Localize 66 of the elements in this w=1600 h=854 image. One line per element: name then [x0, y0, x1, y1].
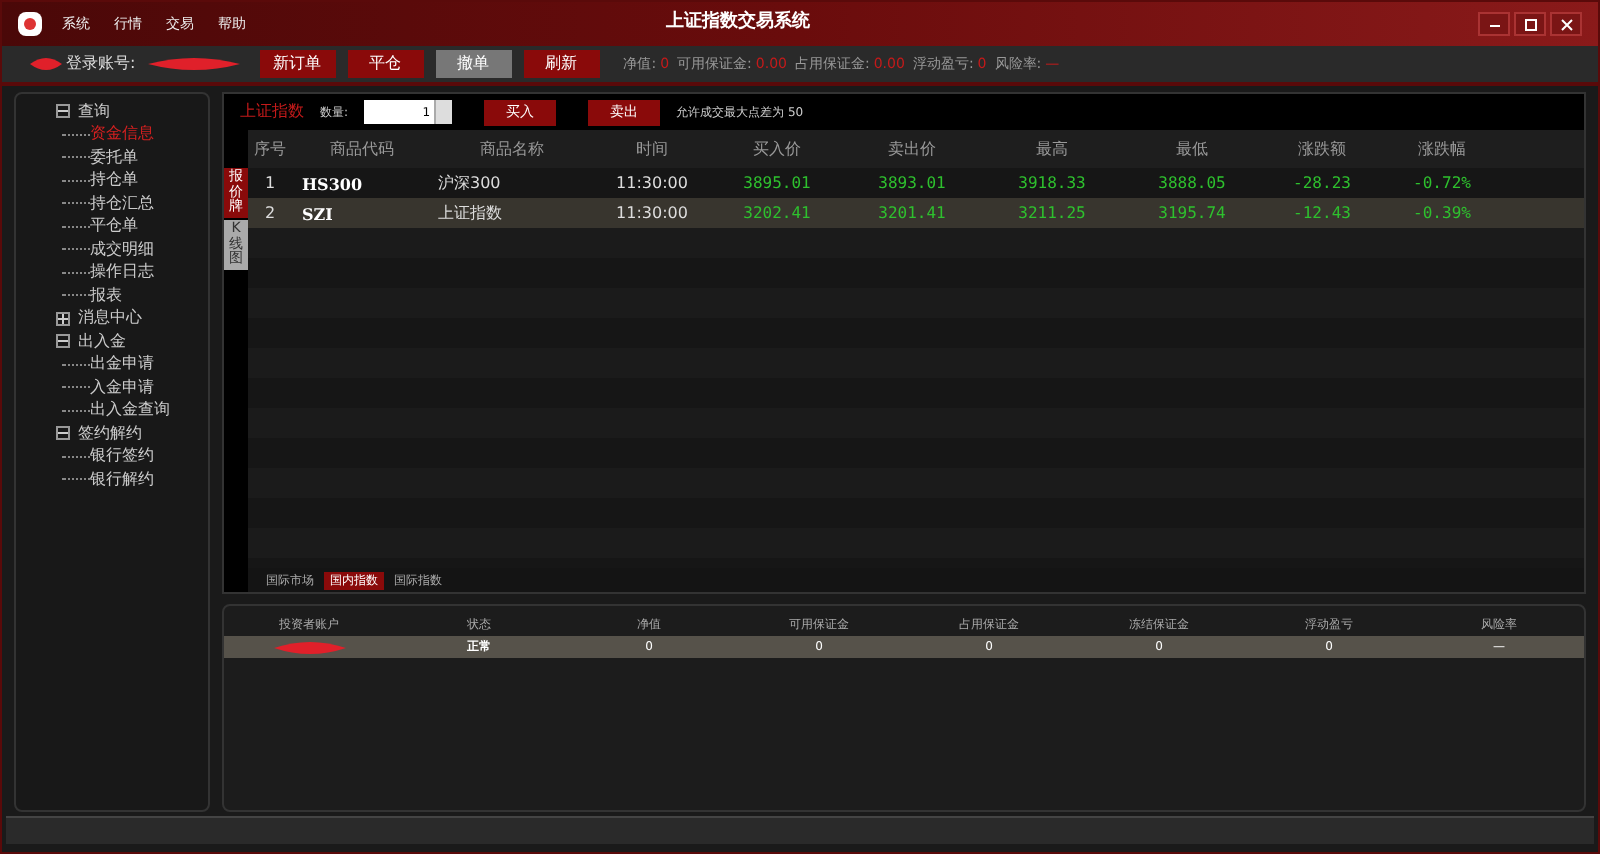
- collapse-icon[interactable]: [56, 334, 70, 349]
- redaction-mark: [26, 52, 66, 76]
- table-cell-text: 沪深300: [436, 171, 503, 195]
- column-header: 序号: [252, 137, 288, 161]
- tree-item[interactable]: 持仓汇总: [90, 195, 154, 212]
- table-cell-text: 3895.01: [741, 171, 813, 195]
- table-cell-text: 3893.01: [876, 171, 948, 195]
- table-cell-text: 3202.41: [741, 201, 813, 225]
- window-title: 上证指数交易系统: [666, 10, 810, 37]
- expand-icon[interactable]: [56, 311, 70, 326]
- tree-item[interactable]: 报表: [90, 287, 122, 304]
- table-cell-text: -28.23: [1291, 171, 1353, 195]
- column-header: 时间: [634, 137, 670, 161]
- column-header: 买入价: [751, 137, 803, 161]
- tree-item[interactable]: 成交明细: [90, 241, 154, 258]
- table-cell-text: 3201.41: [876, 201, 948, 225]
- close-button[interactable]: [1550, 12, 1582, 36]
- column-header: 最低: [1174, 137, 1210, 161]
- tree-item[interactable]: 资金信息: [90, 126, 154, 143]
- tree-item[interactable]: 消息中心: [78, 310, 142, 327]
- table-cell-text: 2: [262, 201, 278, 225]
- tree-item[interactable]: 平仓单: [90, 218, 138, 235]
- table-cell-text: 3888.05: [1156, 171, 1228, 195]
- table-cell-text: -0.39%: [1411, 201, 1473, 225]
- tree-item[interactable]: 出金申请: [90, 356, 154, 373]
- account-label: 登录账号:: [66, 52, 136, 76]
- collapse-icon[interactable]: [56, 104, 70, 119]
- tree-item[interactable]: 委托单: [90, 149, 138, 166]
- tree-item[interactable]: 银行解约: [90, 471, 154, 488]
- column-header: 涨跌幅: [1416, 137, 1468, 161]
- table-cell-text: HS300: [300, 171, 365, 195]
- table-cell-text: 3918.33: [1016, 171, 1088, 195]
- symbol-label: 上证指数: [240, 100, 304, 124]
- table-cell-text: 上证指数: [436, 201, 504, 225]
- tree-item[interactable]: 银行签约: [90, 448, 154, 465]
- column-header: 商品代码: [328, 137, 396, 161]
- table-cell-text: SZI: [300, 201, 335, 225]
- tree-item[interactable]: 入金申请: [90, 379, 154, 396]
- table-cell-text: 3195.74: [1156, 201, 1228, 225]
- tree-item[interactable]: 出入金查询: [90, 402, 170, 419]
- column-header: 商品名称: [478, 137, 546, 161]
- collapse-icon[interactable]: [56, 426, 70, 441]
- column-header: 涨跌额: [1296, 137, 1348, 161]
- table-cell-text: 11:30:00: [614, 201, 690, 225]
- close-icon: [1559, 17, 1573, 31]
- toolbar-button[interactable]: 新订单: [259, 50, 336, 78]
- tree-item[interactable]: 持仓单: [90, 172, 138, 189]
- tree-item[interactable]: 查询: [78, 103, 110, 120]
- toolbar-button[interactable]: 平仓: [347, 50, 424, 78]
- tree-item[interactable]: 出入金: [78, 333, 126, 350]
- table-cell-text: 1: [262, 171, 278, 195]
- tree-item[interactable]: 操作日志: [90, 264, 154, 281]
- quote-row[interactable]: 2 SZI 上证指数 11:30:00 3202.41 3201.41 3211.25 3195.74 -12.43 -0.39%: [248, 198, 1584, 228]
- maximize-button[interactable]: [1514, 12, 1546, 36]
- column-header: 卖出价: [886, 137, 938, 161]
- tree-item[interactable]: 签约解约: [78, 425, 142, 442]
- toolbar-button[interactable]: 撤单: [435, 50, 512, 78]
- app-logo-icon: [18, 12, 42, 36]
- column-header: 最高: [1034, 137, 1070, 161]
- table-cell-text: -0.72%: [1411, 171, 1473, 195]
- table-cell-text: 3211.25: [1016, 201, 1088, 225]
- table-cell-text: -12.43: [1291, 201, 1353, 225]
- minimize-button[interactable]: [1478, 12, 1510, 36]
- table-cell-text: 11:30:00: [614, 171, 690, 195]
- toolbar-button[interactable]: 刷新: [523, 50, 600, 78]
- maximize-icon: [1523, 17, 1537, 31]
